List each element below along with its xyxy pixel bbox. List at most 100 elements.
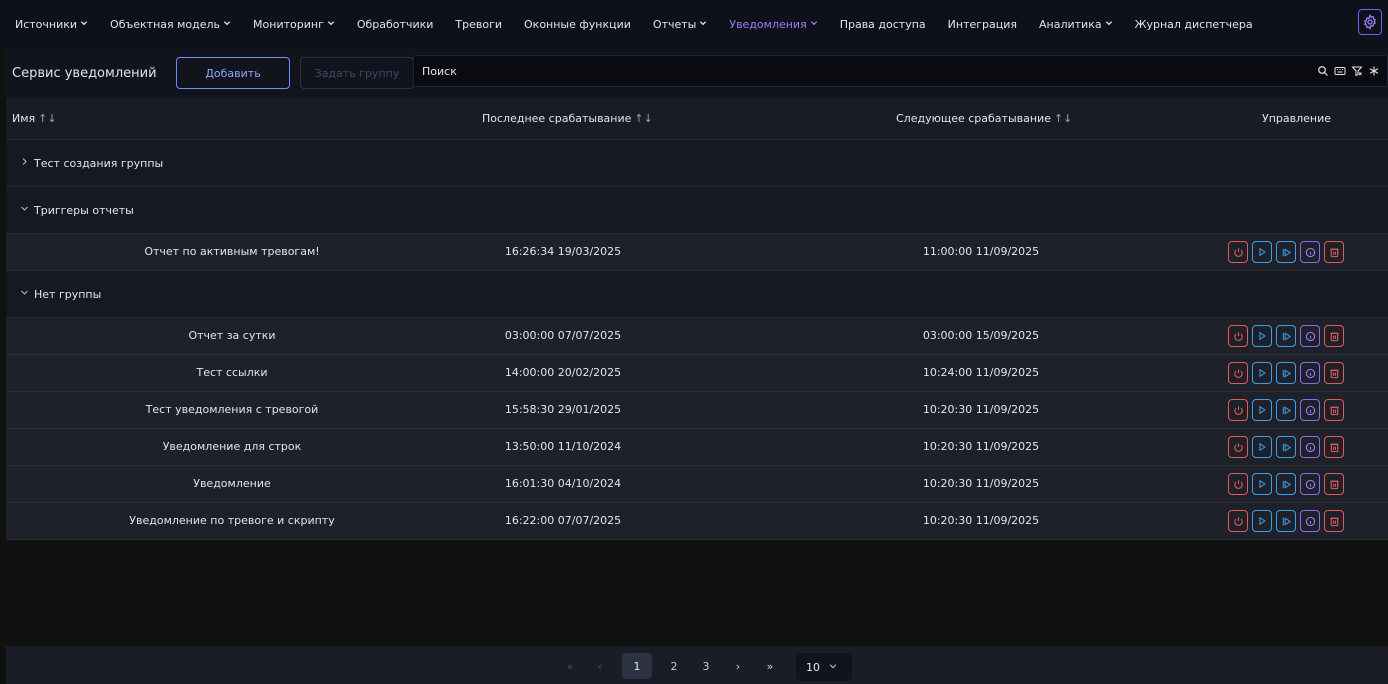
next-page-button[interactable]: ›: [730, 653, 746, 679]
play-outline-button[interactable]: [1276, 241, 1296, 263]
nav-item-0[interactable]: Источники: [4, 12, 99, 36]
power-button[interactable]: [1228, 436, 1248, 458]
play-icon: [1257, 247, 1267, 257]
search-icon[interactable]: [1316, 64, 1330, 78]
last-trigger-time: 13:50:00 11/10/2024: [504, 440, 622, 453]
table-row[interactable]: Тест уведомления с тревогой 15:58:30 29/0…: [6, 392, 1388, 429]
play-button[interactable]: [1252, 473, 1272, 495]
last-page-button[interactable]: »: [762, 653, 778, 679]
play-outline-button[interactable]: [1276, 436, 1296, 458]
power-icon: [1233, 442, 1244, 453]
group-row[interactable]: Нет группы: [6, 271, 1388, 318]
trash-button[interactable]: [1324, 241, 1344, 263]
next-trigger-time: 10:24:00 11/09/2025: [922, 366, 1040, 379]
next-trigger-time: 10:20:30 11/09/2025: [922, 477, 1040, 490]
chevron-down-icon[interactable]: [20, 204, 34, 216]
chevron-down-icon: [699, 19, 707, 29]
keyboard-icon[interactable]: [1333, 64, 1347, 78]
play-outline-button[interactable]: [1276, 399, 1296, 421]
filter-off-icon[interactable]: [1350, 64, 1364, 78]
play-outline-button[interactable]: [1276, 362, 1296, 384]
add-button[interactable]: Добавить: [176, 57, 290, 89]
chevron-down-icon: [80, 19, 88, 29]
page-button-2[interactable]: 2: [666, 653, 682, 679]
chevron-down-icon: [327, 19, 335, 29]
power-button[interactable]: [1228, 473, 1248, 495]
nav-item-1[interactable]: Объектная модель: [99, 12, 242, 36]
last-trigger-time: 15:58:30 29/01/2025: [504, 403, 622, 416]
nav-item-6[interactable]: Отчеты: [642, 12, 718, 36]
trash-icon: [1329, 331, 1340, 342]
column-header-next[interactable]: Следующее срабатывание ↑↓: [896, 112, 1072, 125]
table-row[interactable]: Уведомление по тревоге и скрипту 16:22:00…: [6, 503, 1388, 540]
play-button[interactable]: [1252, 436, 1272, 458]
table-row[interactable]: Уведомление для строк 13:50:00 11/10/2024…: [6, 429, 1388, 466]
nav-item-9[interactable]: Интеграция: [937, 12, 1028, 36]
page-button-1[interactable]: 1: [622, 653, 652, 679]
search-input[interactable]: [414, 64, 1316, 78]
power-button[interactable]: [1228, 399, 1248, 421]
chevron-right-icon[interactable]: [20, 157, 34, 169]
nav-item-3[interactable]: Обработчики: [346, 12, 445, 36]
table-row[interactable]: Тест ссылки 14:00:00 20/02/2025 10:24:00 1…: [6, 355, 1388, 392]
play-outline-button[interactable]: [1276, 473, 1296, 495]
trash-button[interactable]: [1324, 436, 1344, 458]
power-button[interactable]: [1228, 241, 1248, 263]
page-button-3[interactable]: 3: [698, 653, 714, 679]
settings-button[interactable]: [1358, 9, 1382, 35]
nav-item-7[interactable]: Уведомления: [718, 12, 828, 36]
play-icon: [1257, 368, 1267, 378]
column-header-last[interactable]: Последнее срабатывание ↑↓: [482, 112, 653, 125]
nav-item-label: Отчеты: [652, 17, 697, 31]
play-outline-button[interactable]: [1276, 325, 1296, 347]
nav-item-8[interactable]: Права доступа: [829, 12, 937, 36]
info-button[interactable]: [1300, 510, 1320, 532]
set-group-button[interactable]: Задать группу: [300, 57, 414, 89]
nav-item-label: Журнал диспетчера: [1134, 17, 1253, 31]
info-button[interactable]: [1300, 362, 1320, 384]
nav-item-5[interactable]: Оконные функции: [513, 12, 642, 36]
power-button[interactable]: [1228, 325, 1248, 347]
nav-item-4[interactable]: Тревоги: [444, 12, 513, 36]
first-page-button[interactable]: «: [562, 653, 578, 679]
table-row[interactable]: Отчет за сутки 03:00:00 07/07/2025 03:00:0…: [6, 318, 1388, 355]
notification-name: Уведомление для строк: [162, 440, 302, 453]
play-button[interactable]: [1252, 510, 1272, 532]
next-trigger-time: 10:20:30 11/09/2025: [922, 440, 1040, 453]
trash-button[interactable]: [1324, 362, 1344, 384]
play-outline-button[interactable]: [1276, 510, 1296, 532]
nav-item-label: Права доступа: [839, 17, 926, 31]
top-nav: Источники Объектная модель Мониторинг Обраб…: [0, 0, 1388, 48]
info-button[interactable]: [1300, 473, 1320, 495]
group-row[interactable]: Триггеры отчеты: [6, 187, 1388, 234]
row-actions: [1228, 362, 1344, 384]
asterisk-icon[interactable]: [1367, 64, 1381, 78]
play-button[interactable]: [1252, 399, 1272, 421]
trash-button[interactable]: [1324, 325, 1344, 347]
prev-page-button[interactable]: ‹: [592, 653, 608, 679]
table-row[interactable]: Уведомление 16:01:30 04/10/2024 10:20:30 1…: [6, 466, 1388, 503]
table-row[interactable]: Отчет по активным тревогам! 16:26:34 19/0…: [6, 234, 1388, 271]
info-button[interactable]: [1300, 436, 1320, 458]
info-button[interactable]: [1300, 399, 1320, 421]
nav-item-label: Тревоги: [455, 17, 503, 31]
nav-item-2[interactable]: Мониторинг: [242, 12, 346, 36]
page-size-select[interactable]: 10: [796, 653, 852, 681]
trash-button[interactable]: [1324, 510, 1344, 532]
play-button[interactable]: [1252, 325, 1272, 347]
trash-icon: [1329, 516, 1340, 527]
nav-item-label: Обработчики: [356, 17, 434, 31]
info-button[interactable]: [1300, 241, 1320, 263]
info-button[interactable]: [1300, 325, 1320, 347]
nav-item-10[interactable]: Аналитика: [1028, 12, 1124, 36]
play-button[interactable]: [1252, 241, 1272, 263]
trash-button[interactable]: [1324, 473, 1344, 495]
chevron-down-icon[interactable]: [20, 288, 34, 300]
power-button[interactable]: [1228, 510, 1248, 532]
group-row[interactable]: Тест создания группы: [6, 140, 1388, 187]
power-button[interactable]: [1228, 362, 1248, 384]
trash-button[interactable]: [1324, 399, 1344, 421]
play-button[interactable]: [1252, 362, 1272, 384]
column-header-name[interactable]: Имя ↑↓: [12, 112, 57, 125]
nav-item-11[interactable]: Журнал диспетчера: [1124, 12, 1264, 36]
